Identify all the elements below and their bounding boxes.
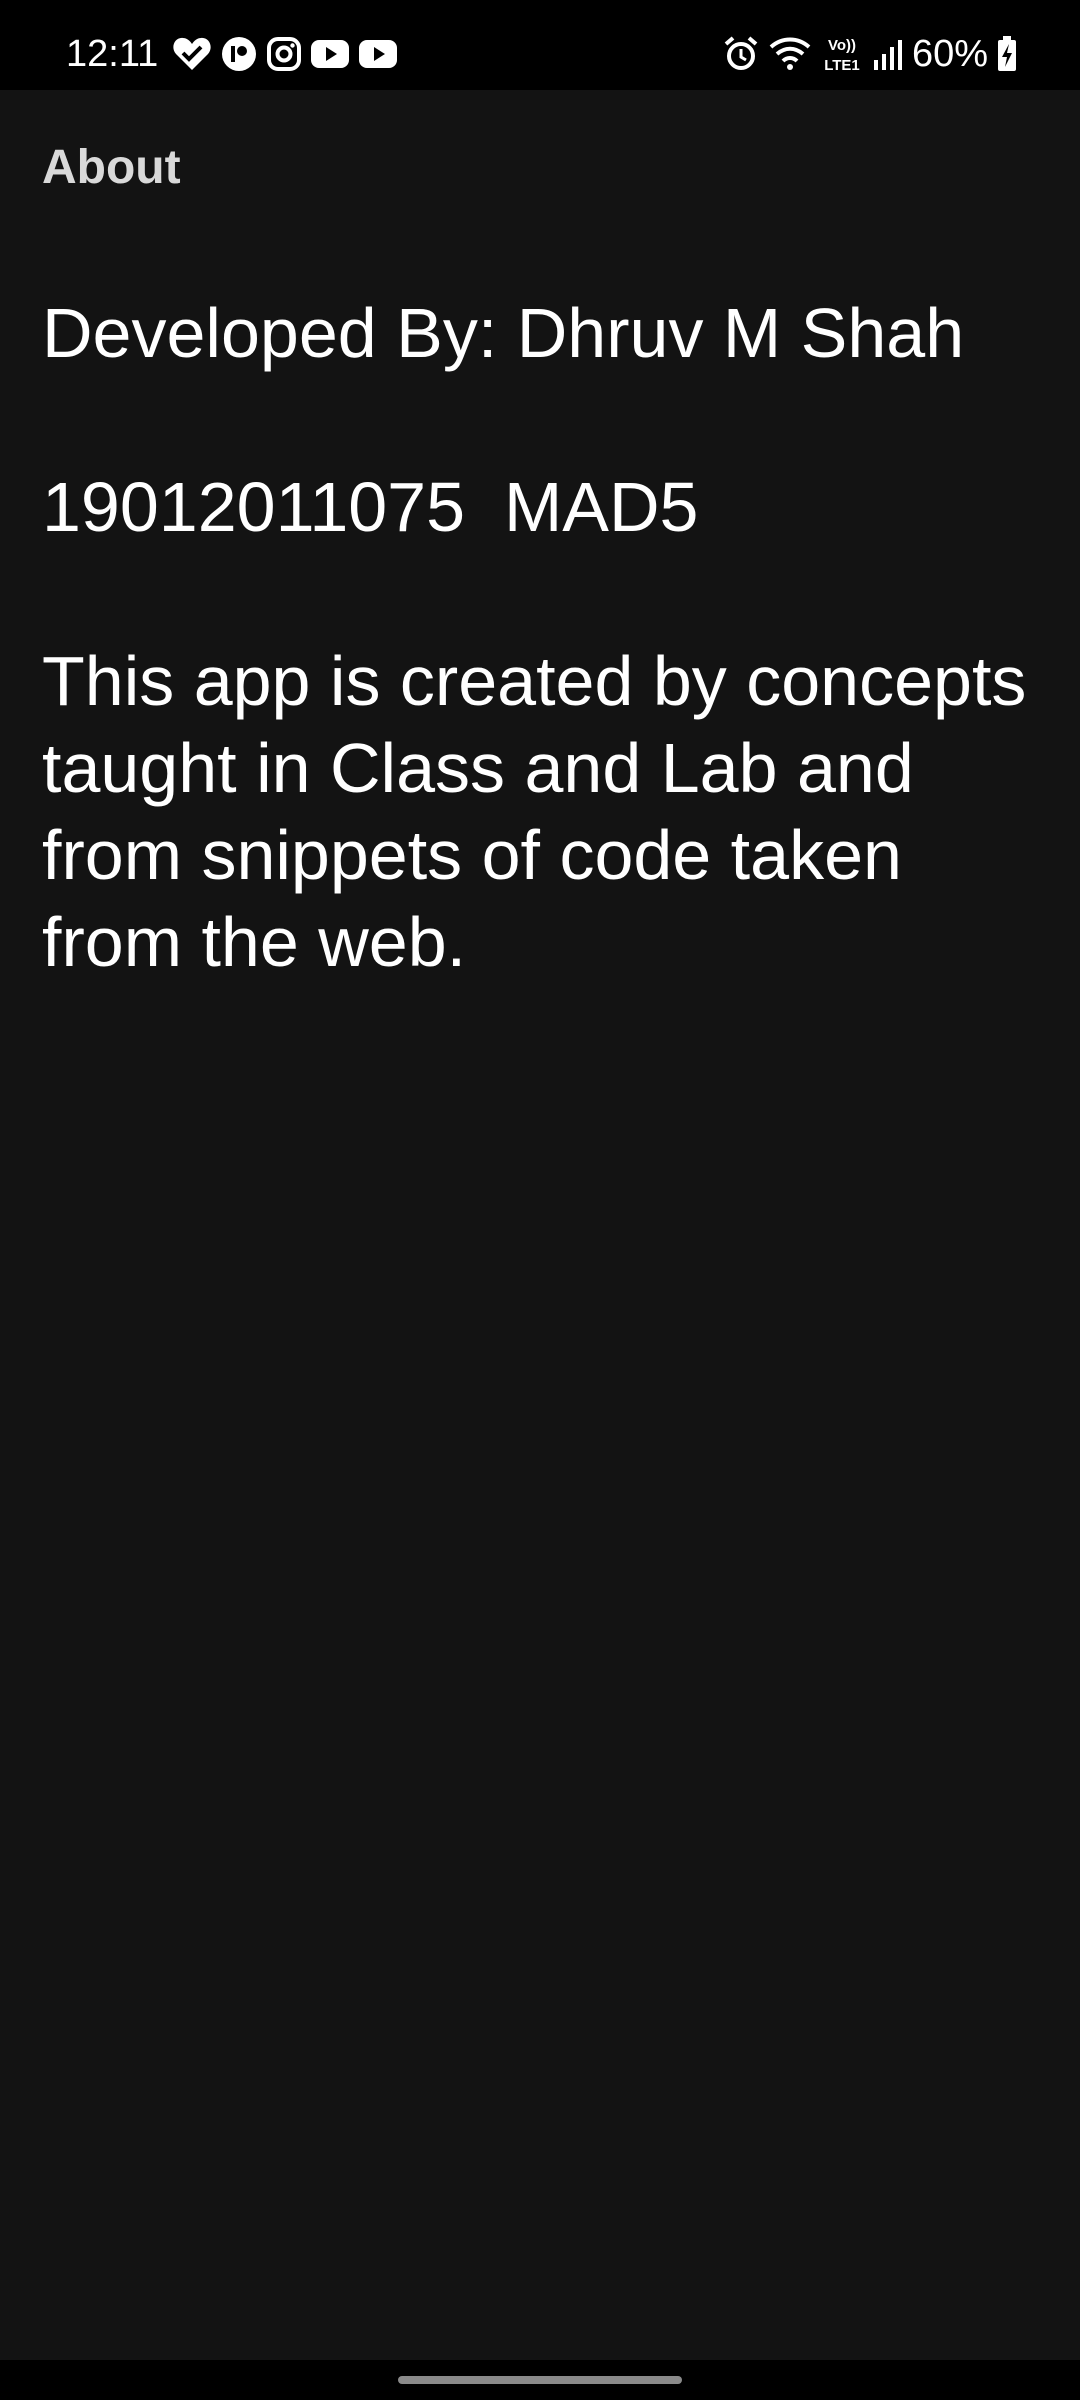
student-id-text: 19012011075 MAD5	[42, 468, 699, 546]
signal-icon	[872, 36, 904, 72]
notification-icons	[172, 34, 398, 74]
page-title: About	[42, 141, 181, 194]
system-icons: Vo)) LTE1 60%	[722, 30, 1018, 78]
alarm-icon	[722, 35, 760, 73]
youtube-icon	[310, 38, 350, 70]
network-label-bottom: LTE1	[824, 57, 860, 74]
wifi-icon	[768, 35, 812, 73]
network-label-top: Vo))	[828, 37, 856, 54]
instagram-icon	[266, 36, 302, 72]
volte-icon: Vo)) LTE1	[820, 34, 864, 74]
about-content: Developed By: Dhruv M Shah 19012011075 M…	[42, 290, 1032, 986]
battery-charging-icon	[996, 35, 1018, 73]
developer-text: Developed By: Dhruv M Shah	[42, 294, 965, 372]
youtube-icon	[358, 38, 398, 70]
status-bar: 12:11 Vo)) LTE1 60%	[0, 0, 1080, 90]
tasks-icon	[220, 35, 258, 73]
battery-percent: 60%	[911, 33, 988, 75]
home-indicator[interactable]	[398, 2376, 682, 2384]
navigation-bar	[0, 2360, 1080, 2400]
description-text: This app is created by concepts taught i…	[42, 642, 1027, 981]
heart-check-icon	[172, 36, 212, 72]
status-time: 12:11	[66, 33, 159, 75]
